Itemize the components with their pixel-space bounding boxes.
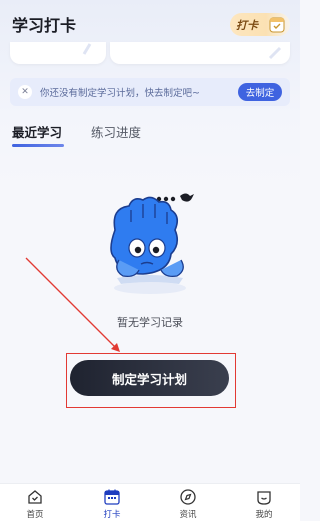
active-tab-indicator (12, 144, 64, 147)
bottom-navigation: 首页 打卡 资讯 我的 (0, 483, 300, 521)
create-study-plan-button[interactable]: 制定学习计划 (70, 360, 229, 396)
empty-state-text: 暂无学习记录 (117, 316, 183, 329)
nav-news[interactable]: 资讯 (168, 488, 208, 520)
nav-profile-label: 我的 (255, 510, 273, 520)
home-icon (28, 490, 42, 504)
app-header: 学习打卡 打卡 (0, 0, 300, 44)
page-title: 学习打卡 (12, 16, 77, 35)
reminder-message: 你还没有制定学习计划，快去制定吧~ (40, 88, 200, 99)
tab-recent-study[interactable]: 最近学习 (12, 122, 62, 141)
calendar-icon (104, 489, 120, 505)
close-icon[interactable]: ✕ (18, 85, 32, 99)
nav-profile[interactable]: 我的 (244, 488, 284, 520)
nav-news-label: 资讯 (179, 510, 197, 520)
stats-cards (10, 42, 290, 66)
card-decoration-icon (82, 43, 92, 55)
stats-card-left (10, 42, 106, 64)
go-create-plan-button[interactable]: 去制定 (238, 83, 282, 101)
card-decoration-icon (268, 46, 282, 60)
profile-icon (257, 491, 271, 505)
nav-checkin-label: 打卡 (103, 510, 121, 520)
tab-practice-progress[interactable]: 练习进度 (91, 122, 141, 141)
checkin-badge[interactable]: 打卡 (230, 13, 290, 36)
nav-home-label: 首页 (26, 510, 44, 520)
nav-home[interactable]: 首页 (15, 488, 55, 520)
stats-card-right (110, 42, 290, 64)
checkin-badge-label: 打卡 (236, 18, 258, 32)
tab-bar: 最近学习 练习进度 (12, 122, 212, 148)
compass-icon (180, 489, 196, 505)
calendar-check-icon (269, 17, 285, 33)
plan-reminder-banner: ✕ 你还没有制定学习计划，快去制定吧~ 去制定 (10, 78, 290, 106)
empty-mascot-illustration (110, 193, 194, 294)
nav-checkin[interactable]: 打卡 (92, 488, 132, 520)
